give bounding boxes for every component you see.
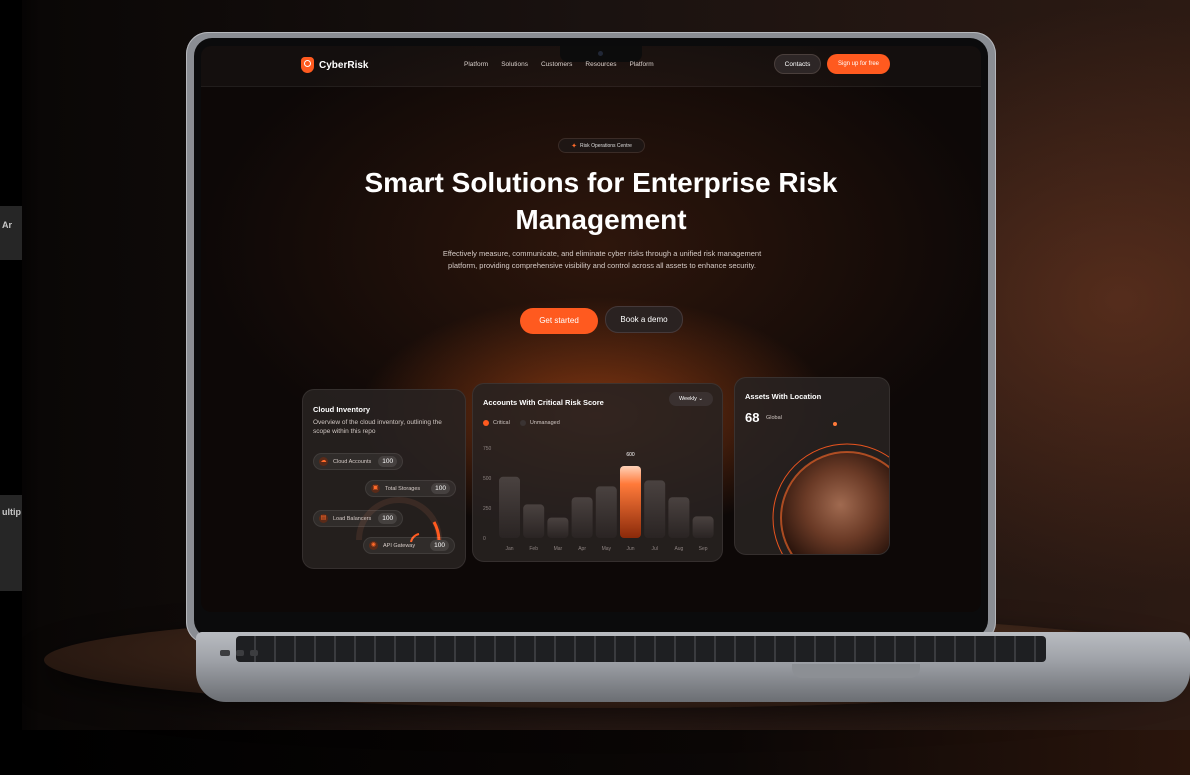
highlight-value-label: 600 (626, 452, 635, 458)
legend-swatch-critical (483, 420, 489, 426)
x-tick-label: Jul (651, 546, 657, 552)
inventory-item-api-gateway[interactable]: ◉ API Gateway 100 (363, 537, 455, 554)
planet-graphic (772, 422, 889, 554)
chart-title: Accounts With Critical Risk Score (483, 398, 604, 407)
x-tick-label: Feb (529, 546, 538, 552)
assets-count-label: Global (766, 415, 782, 421)
storage-icon: ▣ (371, 484, 380, 493)
inventory-item-load-balancers[interactable]: ▤ Load Balancers 100 (313, 510, 404, 527)
inventory-item-cloud-accounts[interactable]: ☁ Cloud Accounts 100 (313, 453, 404, 470)
hero-title: Smart Solutions for Enterprise Risk Mana… (364, 167, 838, 235)
usb-port-icon (220, 650, 230, 656)
bar-highlighted[interactable] (620, 466, 641, 538)
nav-link-platform[interactable]: Platform (464, 61, 488, 68)
peek-text-top: Ar (2, 220, 13, 230)
y-tick-label: 750 (483, 446, 492, 452)
legend-item-critical: Critical (483, 420, 510, 426)
chevron-down-icon: ⌄ (698, 396, 704, 402)
inventory-item-value: 100 (430, 540, 449, 551)
inventory-item-label: Total Storages (385, 485, 421, 492)
bar[interactable] (499, 476, 520, 538)
x-tick-label: May (602, 546, 612, 552)
cloud-inventory-description: Overview of the cloud inventory, outlini… (313, 419, 442, 435)
bar[interactable] (644, 480, 666, 538)
left-edge-strip (0, 0, 22, 775)
inventory-item-total-storages[interactable]: ▣ Total Storages 100 (365, 480, 457, 497)
risk-bar-chart: 750 500 250 0 Jan Feb Mar Apr May Jun 600 Jul Aug Sep (483, 446, 714, 552)
inventory-item-label: Load Balancers (333, 515, 372, 522)
bar[interactable] (523, 504, 545, 538)
assets-location-card: Assets With Location 68 Global (734, 377, 890, 555)
x-tick-label: Jan (505, 546, 513, 552)
chart-legend: Critical Unmanaged (483, 420, 560, 426)
inventory-item-label: Cloud Accounts (333, 458, 372, 465)
cloud-inventory-title: Cloud Inventory (313, 405, 371, 414)
balancer-icon: ▤ (319, 514, 328, 523)
peek-text-bottom: ultip (2, 507, 21, 517)
period-dropdown-label: Weekly (678, 396, 697, 402)
peek-panel-top: Ar (0, 206, 22, 260)
y-tick-label: 500 (483, 476, 492, 482)
shield-logo-icon (301, 57, 314, 73)
peek-panel-bottom: ultip (0, 495, 22, 591)
book-demo-button[interactable]: Book a demo (605, 306, 683, 333)
bar[interactable] (668, 497, 690, 538)
contacts-button[interactable]: Contacts (774, 54, 821, 74)
legend-item-unmanaged: Unmanaged (519, 420, 560, 426)
x-tick-label: Jun (626, 546, 634, 552)
sparkle-icon: ✦ (571, 142, 577, 150)
nav-link-solutions[interactable]: Solutions (501, 61, 528, 68)
usb-port-icon (250, 650, 258, 656)
x-tick-label: Apr (578, 546, 586, 552)
nav-link-platform-2[interactable]: Platform (629, 61, 653, 68)
hero-badge-label: Risk Operations Centre (579, 142, 632, 149)
usb-port-icon (236, 650, 244, 656)
trackpad-notch (792, 664, 920, 678)
inventory-item-label: API Gateway (383, 542, 416, 549)
legend-label-critical: Critical (493, 420, 510, 426)
laptop-screen: CyberRisk Platform Solutions Customers R… (201, 46, 981, 612)
inventory-item-value: 100 (378, 456, 398, 467)
gateway-icon: ◉ (369, 541, 378, 550)
bar[interactable] (571, 497, 593, 538)
hero-badge: ✦ Risk Operations Centre (558, 138, 645, 153)
nav-link-customers[interactable]: Customers (541, 61, 572, 68)
legend-swatch-unmanaged (519, 420, 526, 426)
x-tick-label: Aug (674, 546, 683, 552)
location-marker-icon (833, 422, 837, 426)
y-tick-label: 0 (483, 536, 486, 542)
assets-count: 68 (745, 410, 760, 425)
bar[interactable] (595, 486, 617, 538)
nav-links: Platform Solutions Customers Resources P… (464, 61, 654, 68)
brand-name: CyberRisk (319, 59, 369, 71)
signup-button[interactable]: Sign up for free (827, 54, 890, 74)
keyboard (236, 636, 1046, 662)
hero-subtitle: Effectively measure, communicate, and el… (442, 249, 762, 270)
legend-label-unmanaged: Unmanaged (529, 420, 560, 426)
critical-risk-chart-card: Accounts With Critical Risk Score Weekly… (472, 383, 723, 562)
cloud-inventory-card: Cloud Inventory Overview of the cloud in… (302, 389, 466, 569)
floor-band (22, 730, 1190, 775)
assets-title: Assets With Location (745, 392, 822, 401)
nav-link-resources[interactable]: Resources (585, 61, 616, 68)
period-dropdown[interactable]: Weekly ⌄ (669, 392, 713, 406)
cloud-icon: ☁ (319, 457, 328, 466)
bar[interactable] (547, 517, 569, 538)
inventory-item-value: 100 (431, 483, 451, 494)
site-navbar: CyberRisk Platform Solutions Customers R… (201, 46, 981, 87)
x-tick-label: Mar (554, 546, 563, 552)
bar[interactable] (692, 516, 714, 538)
get-started-button[interactable]: Get started (520, 308, 598, 334)
inventory-item-value: 100 (378, 513, 398, 524)
brand-logo[interactable]: CyberRisk (301, 57, 368, 73)
y-tick-label: 250 (483, 506, 492, 512)
x-tick-label: Sep (699, 546, 708, 552)
